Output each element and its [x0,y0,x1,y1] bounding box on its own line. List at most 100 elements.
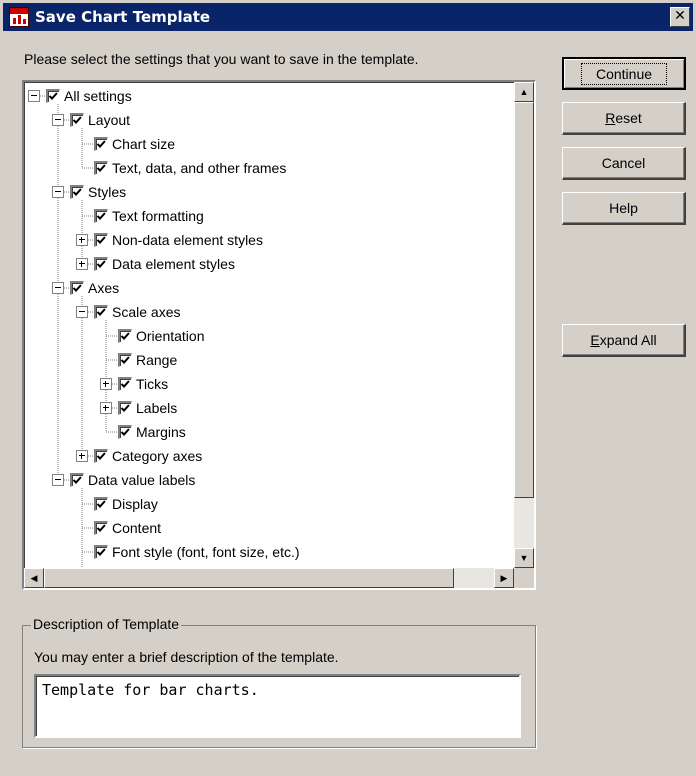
tree-item-label: Range [136,352,178,368]
tree-collapse-minus-icon[interactable] [52,114,64,126]
checkbox-checked-icon[interactable] [118,329,132,343]
tree-item-label: Layout [88,112,131,128]
tree-expand-plus-icon[interactable] [76,450,88,462]
tree-item-label: Orientation [136,328,205,344]
checkbox-checked-icon[interactable] [94,305,108,319]
tree-item[interactable]: Text, data, and other frames [76,156,286,180]
horizontal-scroll-thumb[interactable] [44,568,454,588]
tree-item[interactable]: Styles [52,180,126,204]
checkbox-checked-icon[interactable] [70,113,84,127]
checkbox-checked-icon[interactable] [46,89,60,103]
tree-item-label: Styles [88,184,127,200]
help-button[interactable]: Help [562,192,686,225]
tree-item[interactable]: Scale axes [76,300,180,324]
tree-item-label: Content [112,520,162,536]
tree-item[interactable]: Content [76,516,161,540]
continue-button[interactable]: Continue [562,57,686,90]
checkbox-checked-icon[interactable] [94,521,108,535]
vertical-scroll-thumb[interactable] [514,102,534,498]
checkbox-checked-icon[interactable] [94,137,108,151]
tree-item-label: All settings [64,88,132,104]
tree-item[interactable]: Axes [52,276,119,300]
checkbox-checked-icon[interactable] [94,161,108,175]
tree-item[interactable]: Data element styles [76,252,235,276]
checkbox-checked-icon[interactable] [94,209,108,223]
tree-item[interactable]: Non-data element styles [76,228,263,252]
checkbox-checked-icon[interactable] [70,473,84,487]
description-group: Description of Template You may enter a … [22,616,536,748]
cancel-button[interactable]: Cancel [562,147,686,180]
expand-all-button[interactable]: Expand All [562,324,686,357]
tree-expand-plus-icon[interactable] [100,402,112,414]
tree-item[interactable]: Layout [52,108,130,132]
tree-expand-plus-icon[interactable] [100,378,112,390]
tree-item[interactable]: Data value labels [52,468,195,492]
description-textarea[interactable]: Template for bar charts. [34,674,521,738]
title-bar[interactable]: Save Chart Template ✕ [3,3,693,31]
tree-expand-plus-icon[interactable] [76,258,88,270]
scrollbar-corner [514,568,534,588]
close-icon[interactable]: ✕ [670,7,690,27]
tree-item-label: Ticks [136,376,169,392]
tree-expand-plus-icon[interactable] [76,234,88,246]
scroll-left-arrow-icon[interactable]: ◀ [24,568,44,588]
tree-item-label: Display [112,496,158,512]
checkbox-checked-icon[interactable] [118,377,132,391]
tree-item[interactable]: Labels [100,396,177,420]
checkbox-checked-icon[interactable] [118,401,132,415]
tree-item-label: Text, data, and other frames [112,160,287,176]
tree-viewport: All settings Layout Chart size Text, data, … [24,82,514,568]
window-title: Save Chart Template [35,8,211,26]
tree-item[interactable]: Range [100,348,177,372]
horizontal-scrollbar[interactable]: ◀ ▶ [24,568,514,588]
checkbox-checked-icon[interactable] [94,545,108,559]
tree-item-label: Data element styles [112,256,235,272]
tree-item[interactable]: Chart size [76,132,175,156]
tree-collapse-minus-icon[interactable] [52,186,64,198]
tree-item-label: Chart size [112,136,176,152]
tree-item[interactable]: Ticks [100,372,168,396]
tree-item-label: Axes [88,280,120,296]
tree-item-label: Margins [136,424,186,440]
tree-collapse-minus-icon[interactable] [28,90,40,102]
tree-item[interactable]: Display [76,492,158,516]
checkbox-checked-icon[interactable] [70,281,84,295]
settings-tree[interactable]: All settings Layout Chart size Text, data, … [22,80,536,590]
tree-item[interactable]: Margins [100,420,186,444]
chart-app-icon [9,7,29,27]
checkbox-checked-icon[interactable] [94,449,108,463]
scroll-right-arrow-icon[interactable]: ▶ [494,568,514,588]
tree-item-label: Text formatting [112,208,204,224]
tree-collapse-minus-icon[interactable] [52,474,64,486]
checkbox-checked-icon[interactable] [94,497,108,511]
tree-item-label: Data value labels [88,472,196,488]
checkbox-checked-icon[interactable] [94,233,108,247]
tree-item[interactable]: Category axes [76,444,202,468]
checkbox-checked-icon[interactable] [118,353,132,367]
scroll-up-arrow-icon[interactable]: ▲ [514,82,534,102]
tree-collapse-minus-icon[interactable] [76,306,88,318]
tree-item-label: Labels [136,400,178,416]
checkbox-checked-icon[interactable] [118,425,132,439]
tree-item[interactable]: All settings [28,84,132,108]
reset-button[interactable]: Reset [562,102,686,135]
checkbox-checked-icon[interactable] [94,257,108,271]
tree-item[interactable]: Font style (font, font size, etc.) [76,540,300,564]
tree-item[interactable]: Text formatting [76,204,204,228]
description-legend: Description of Template [31,616,182,632]
tree-item-label: Font style (font, font size, etc.) [112,544,300,560]
scroll-down-arrow-icon[interactable]: ▼ [514,548,534,568]
checkbox-checked-icon[interactable] [70,185,84,199]
tree-item[interactable]: Orientation [100,324,204,348]
tree-item-label: Category axes [112,448,203,464]
tree-collapse-minus-icon[interactable] [52,282,64,294]
vertical-scrollbar[interactable]: ▲ ▼ [514,82,534,568]
instruction-text: Please select the settings that you want… [24,51,419,67]
